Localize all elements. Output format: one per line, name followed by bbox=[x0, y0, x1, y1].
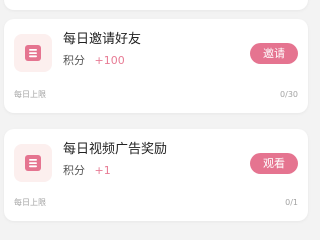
watch-button[interactable]: 观看 bbox=[250, 153, 298, 174]
task-card-partial bbox=[4, 0, 308, 10]
task-row: 每日视频广告奖励 积分 +1 观看 bbox=[4, 129, 308, 189]
task-title: 每日视频广告奖励 bbox=[63, 142, 168, 157]
task-icon-tile bbox=[14, 34, 52, 72]
document-icon bbox=[24, 154, 42, 172]
document-icon bbox=[24, 44, 42, 62]
task-points: 积分 +100 bbox=[63, 54, 125, 68]
points-label: 积分 bbox=[63, 54, 85, 67]
task-card-invite-friends: 每日邀请好友 积分 +100 邀请 每日上限 0/30 bbox=[4, 19, 308, 113]
points-label: 积分 bbox=[63, 164, 85, 177]
task-card-video-ad-reward: 每日视频广告奖励 积分 +1 观看 每日上限 0/1 bbox=[4, 129, 308, 221]
points-value: +1 bbox=[94, 164, 111, 177]
daily-limit-count: 0/1 bbox=[285, 198, 298, 207]
invite-button[interactable]: 邀请 bbox=[250, 43, 298, 64]
task-footer: 每日上限 0/30 bbox=[14, 89, 298, 101]
points-value: +100 bbox=[94, 54, 125, 67]
task-list-screen: 每日邀请好友 积分 +100 邀请 每日上限 0/30 每日视频广告奖励 积分 … bbox=[0, 0, 315, 230]
task-points: 积分 +1 bbox=[63, 164, 111, 178]
task-title: 每日邀请好友 bbox=[63, 32, 142, 47]
task-row: 每日邀请好友 积分 +100 邀请 bbox=[4, 19, 308, 79]
task-footer: 每日上限 0/1 bbox=[14, 197, 298, 209]
task-icon-tile bbox=[14, 144, 52, 182]
daily-limit-label: 每日上限 bbox=[14, 198, 46, 207]
daily-limit-count: 0/30 bbox=[280, 90, 298, 99]
daily-limit-label: 每日上限 bbox=[14, 90, 46, 99]
